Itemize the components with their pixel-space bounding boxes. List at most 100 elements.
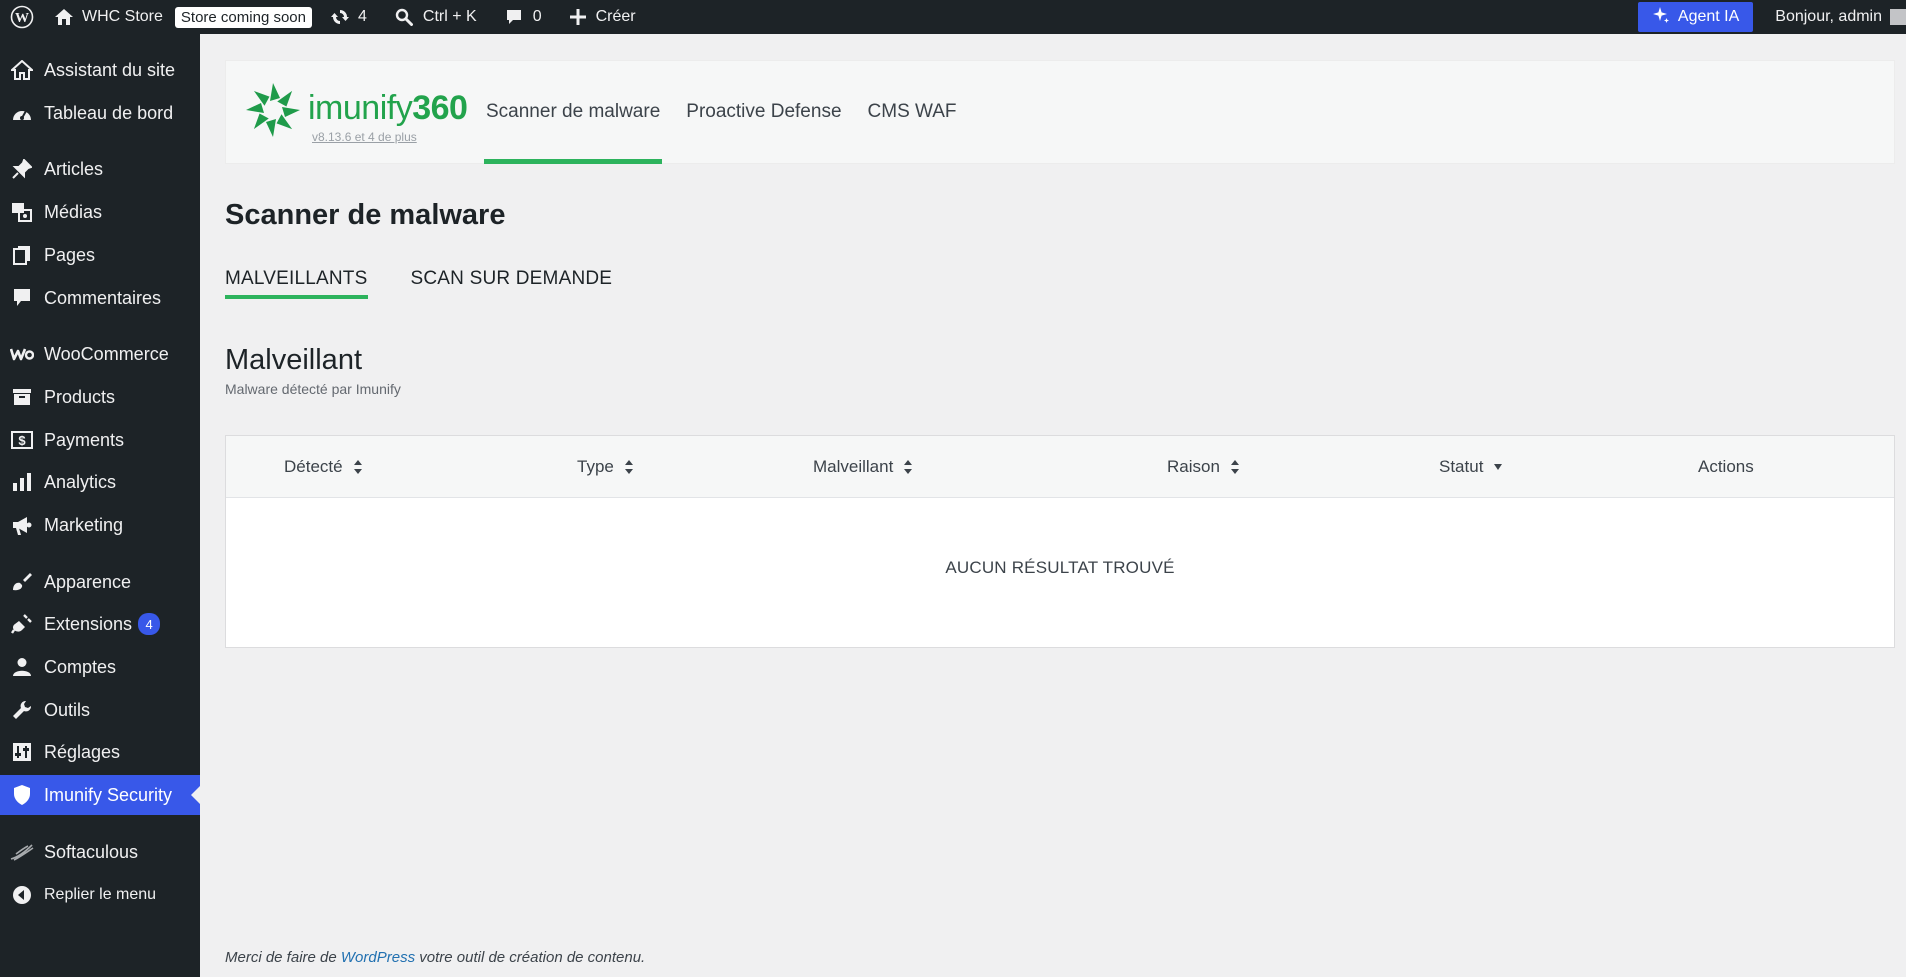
column-status[interactable]: Statut xyxy=(1439,436,1503,498)
comments-link[interactable]: 0 xyxy=(495,0,552,34)
sidebar-item-imunify-security[interactable]: Imunify Security xyxy=(0,775,200,815)
agent-ia-button[interactable]: Agent IA xyxy=(1637,2,1754,32)
tab-malicious[interactable]: MALVEILLANTS xyxy=(225,268,368,299)
account-menu[interactable]: Bonjour, admin xyxy=(1765,0,1906,34)
sidebar-item-label: Médias xyxy=(44,201,103,222)
column-type[interactable]: Type xyxy=(577,436,634,498)
sidebar-item-extensions[interactable]: Extensions 4 xyxy=(0,604,200,644)
column-actions: Actions xyxy=(1698,436,1754,498)
sidebar-item-softaculous[interactable]: Softaculous xyxy=(0,832,200,872)
main-content: imunify360 v8.13.6 et 4 de plus Scanner … xyxy=(200,34,1906,977)
admin-sidebar: Assistant du site Tableau de bord Articl… xyxy=(0,34,200,977)
sidebar-item-label: Softaculous xyxy=(44,841,139,862)
sidebar-item-label: Comptes xyxy=(44,656,117,677)
sort-icon xyxy=(1230,459,1240,475)
greeting: Bonjour, admin xyxy=(1775,8,1882,25)
wordpress-logo-icon[interactable]: W xyxy=(0,0,44,34)
sidebar-item-settings[interactable]: Réglages xyxy=(0,732,200,772)
sort-icon xyxy=(903,459,913,475)
tab-malware-scanner[interactable]: Scanner de malware xyxy=(484,60,663,164)
bar-chart-icon xyxy=(0,473,44,491)
shield-icon xyxy=(0,784,44,806)
user-icon xyxy=(0,657,44,677)
sidebar-item-label: Articles xyxy=(44,158,104,179)
sidebar-item-appearance[interactable]: Apparence xyxy=(0,562,200,602)
sidebar-item-articles[interactable]: Articles xyxy=(0,149,200,189)
tab-proactive-defense[interactable]: Proactive Defense xyxy=(684,60,843,164)
updates-link[interactable]: 4 xyxy=(320,0,377,34)
version-link[interactable]: v8.13.6 et 4 de plus xyxy=(312,130,417,144)
sidebar-item-products[interactable]: Products xyxy=(0,377,200,417)
megaphone-icon xyxy=(0,514,44,536)
dollar-icon: $ xyxy=(0,431,44,449)
sidebar-item-label: Apparence xyxy=(44,571,132,592)
sidebar-item-assistant[interactable]: Assistant du site xyxy=(0,50,200,90)
column-label: Détecté xyxy=(284,457,343,476)
sidebar-item-analytics[interactable]: Analytics xyxy=(0,462,200,502)
brush-icon xyxy=(0,572,44,592)
comment-icon xyxy=(0,288,44,308)
sidebar-item-marketing[interactable]: Marketing xyxy=(0,505,200,545)
site-name-link[interactable]: WHC Store xyxy=(44,0,173,34)
column-label: Statut xyxy=(1439,457,1484,476)
dashboard-icon xyxy=(0,104,44,122)
agent-ia-label: Agent IA xyxy=(1677,8,1740,25)
sort-icon xyxy=(624,459,634,475)
sidebar-item-woocommerce[interactable]: WooCommerce xyxy=(0,334,200,374)
svg-text:$: $ xyxy=(18,433,26,448)
sidebar-item-dashboard[interactable]: Tableau de bord xyxy=(0,93,200,133)
tab-on-demand-scan[interactable]: SCAN SUR DEMANDE xyxy=(411,268,613,299)
sidebar-item-pages[interactable]: Pages xyxy=(0,235,200,275)
column-reason[interactable]: Raison xyxy=(1167,436,1240,498)
sidebar-item-label: Tableau de bord xyxy=(44,102,174,123)
column-label: Type xyxy=(577,457,614,476)
svg-text:W: W xyxy=(15,11,29,26)
sidebar-item-label: Replier le menu xyxy=(44,886,157,903)
collapse-icon xyxy=(0,885,44,905)
section-subtitle: Malware détecté par Imunify xyxy=(225,381,401,397)
tab-cms-waf[interactable]: CMS WAF xyxy=(866,60,959,164)
collapse-menu-button[interactable]: Replier le menu xyxy=(0,875,200,915)
column-malicious[interactable]: Malveillant xyxy=(813,436,913,498)
sort-icon xyxy=(353,459,363,475)
sidebar-item-label: Payments xyxy=(44,429,125,450)
sidebar-item-tools[interactable]: Outils xyxy=(0,690,200,730)
sidebar-item-accounts[interactable]: Comptes xyxy=(0,647,200,687)
imunify-logo: imunify360 v8.13.6 et 4 de plus xyxy=(226,60,484,164)
caret-down-icon xyxy=(1493,463,1503,471)
sidebar-item-comments[interactable]: Commentaires xyxy=(0,278,200,318)
sidebar-item-payments[interactable]: $ Payments xyxy=(0,420,200,460)
archive-icon xyxy=(0,388,44,406)
updates-count: 4 xyxy=(357,8,367,25)
wordpress-link[interactable]: WordPress xyxy=(341,949,415,966)
home-icon xyxy=(54,8,74,26)
comments-count: 0 xyxy=(532,8,542,25)
column-label: Actions xyxy=(1698,457,1754,476)
plugin-icon xyxy=(0,613,44,635)
store-coming-soon-badge[interactable]: Store coming soon xyxy=(174,6,312,28)
extensions-update-badge: 4 xyxy=(138,613,161,635)
logo-word: imunify xyxy=(308,88,413,127)
column-label: Malveillant xyxy=(813,457,894,476)
sub-tabs: MALVEILLANTS SCAN SUR DEMANDE xyxy=(225,268,655,299)
imunify-star-icon xyxy=(244,81,302,144)
woo-icon xyxy=(0,347,44,361)
search-icon xyxy=(395,8,413,26)
sidebar-item-medias[interactable]: Médias xyxy=(0,192,200,232)
section-title: Malveillant xyxy=(225,344,362,376)
site-name: WHC Store xyxy=(82,8,163,25)
sparkle-icon xyxy=(1652,6,1678,29)
table-header: Détecté Type Malveillant Raison Statut A… xyxy=(226,436,1894,498)
avatar xyxy=(1890,9,1906,25)
sidebar-item-label: Réglages xyxy=(44,741,121,762)
create-new-link[interactable]: Créer xyxy=(560,0,646,34)
plus-icon xyxy=(569,9,586,25)
pin-icon xyxy=(0,159,44,179)
column-detected[interactable]: Détecté xyxy=(284,436,363,498)
malware-table: Détecté Type Malveillant Raison Statut A… xyxy=(225,435,1895,648)
pages-icon xyxy=(0,245,44,265)
wrench-icon xyxy=(0,700,44,720)
sidebar-item-label: Imunify Security xyxy=(44,784,173,805)
footer-before: Merci de faire de xyxy=(225,949,341,966)
search-shortcut[interactable]: Ctrl + K xyxy=(385,0,487,34)
